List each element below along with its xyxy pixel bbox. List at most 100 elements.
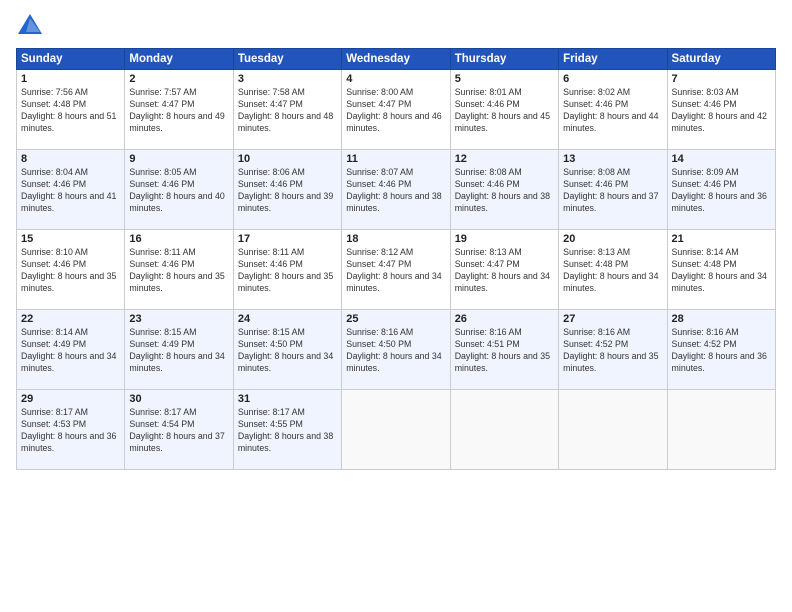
day-number: 9 [129, 153, 228, 165]
cell-content: Sunrise: 8:12 AMSunset: 4:47 PMDaylight:… [346, 247, 445, 295]
calendar-cell: 16 Sunrise: 8:11 AMSunset: 4:46 PMDaylig… [125, 230, 233, 310]
calendar-cell: 19 Sunrise: 8:13 AMSunset: 4:47 PMDaylig… [450, 230, 558, 310]
calendar-cell: 22 Sunrise: 8:14 AMSunset: 4:49 PMDaylig… [17, 310, 125, 390]
week-row-4: 22 Sunrise: 8:14 AMSunset: 4:49 PMDaylig… [17, 310, 776, 390]
calendar-cell: 28 Sunrise: 8:16 AMSunset: 4:52 PMDaylig… [667, 310, 775, 390]
weekday-header-row: SundayMondayTuesdayWednesdayThursdayFrid… [17, 49, 776, 70]
calendar-cell: 8 Sunrise: 8:04 AMSunset: 4:46 PMDayligh… [17, 150, 125, 230]
cell-content: Sunrise: 8:03 AMSunset: 4:46 PMDaylight:… [672, 87, 771, 135]
calendar-cell: 3 Sunrise: 7:58 AMSunset: 4:47 PMDayligh… [233, 70, 341, 150]
weekday-header-saturday: Saturday [667, 49, 775, 70]
cell-content: Sunrise: 8:15 AMSunset: 4:49 PMDaylight:… [129, 327, 228, 375]
calendar-cell: 23 Sunrise: 8:15 AMSunset: 4:49 PMDaylig… [125, 310, 233, 390]
calendar-cell [559, 390, 667, 470]
week-row-5: 29 Sunrise: 8:17 AMSunset: 4:53 PMDaylig… [17, 390, 776, 470]
day-number: 30 [129, 393, 228, 405]
calendar-cell: 4 Sunrise: 8:00 AMSunset: 4:47 PMDayligh… [342, 70, 450, 150]
cell-content: Sunrise: 8:10 AMSunset: 4:46 PMDaylight:… [21, 247, 120, 295]
cell-content: Sunrise: 8:00 AMSunset: 4:47 PMDaylight:… [346, 87, 445, 135]
logo [16, 12, 48, 40]
day-number: 26 [455, 313, 554, 325]
calendar-cell: 17 Sunrise: 8:11 AMSunset: 4:46 PMDaylig… [233, 230, 341, 310]
day-number: 7 [672, 73, 771, 85]
day-number: 6 [563, 73, 662, 85]
week-row-1: 1 Sunrise: 7:56 AMSunset: 4:48 PMDayligh… [17, 70, 776, 150]
day-number: 16 [129, 233, 228, 245]
calendar-cell: 12 Sunrise: 8:08 AMSunset: 4:46 PMDaylig… [450, 150, 558, 230]
calendar-cell [342, 390, 450, 470]
calendar-cell: 9 Sunrise: 8:05 AMSunset: 4:46 PMDayligh… [125, 150, 233, 230]
calendar-cell: 25 Sunrise: 8:16 AMSunset: 4:50 PMDaylig… [342, 310, 450, 390]
day-number: 15 [21, 233, 120, 245]
cell-content: Sunrise: 8:16 AMSunset: 4:51 PMDaylight:… [455, 327, 554, 375]
day-number: 24 [238, 313, 337, 325]
weekday-header-monday: Monday [125, 49, 233, 70]
cell-content: Sunrise: 7:58 AMSunset: 4:47 PMDaylight:… [238, 87, 337, 135]
cell-content: Sunrise: 8:16 AMSunset: 4:50 PMDaylight:… [346, 327, 445, 375]
cell-content: Sunrise: 8:17 AMSunset: 4:53 PMDaylight:… [21, 407, 120, 455]
cell-content: Sunrise: 8:04 AMSunset: 4:46 PMDaylight:… [21, 167, 120, 215]
cell-content: Sunrise: 8:05 AMSunset: 4:46 PMDaylight:… [129, 167, 228, 215]
day-number: 3 [238, 73, 337, 85]
cell-content: Sunrise: 8:11 AMSunset: 4:46 PMDaylight:… [129, 247, 228, 295]
calendar-cell: 7 Sunrise: 8:03 AMSunset: 4:46 PMDayligh… [667, 70, 775, 150]
calendar-cell: 1 Sunrise: 7:56 AMSunset: 4:48 PMDayligh… [17, 70, 125, 150]
calendar-cell: 20 Sunrise: 8:13 AMSunset: 4:48 PMDaylig… [559, 230, 667, 310]
day-number: 5 [455, 73, 554, 85]
calendar-cell: 5 Sunrise: 8:01 AMSunset: 4:46 PMDayligh… [450, 70, 558, 150]
calendar-cell [667, 390, 775, 470]
cell-content: Sunrise: 8:08 AMSunset: 4:46 PMDaylight:… [563, 167, 662, 215]
calendar-cell: 14 Sunrise: 8:09 AMSunset: 4:46 PMDaylig… [667, 150, 775, 230]
cell-content: Sunrise: 8:17 AMSunset: 4:54 PMDaylight:… [129, 407, 228, 455]
day-number: 25 [346, 313, 445, 325]
page: SundayMondayTuesdayWednesdayThursdayFrid… [0, 0, 792, 612]
day-number: 10 [238, 153, 337, 165]
calendar-cell: 31 Sunrise: 8:17 AMSunset: 4:55 PMDaylig… [233, 390, 341, 470]
calendar-cell: 10 Sunrise: 8:06 AMSunset: 4:46 PMDaylig… [233, 150, 341, 230]
day-number: 27 [563, 313, 662, 325]
cell-content: Sunrise: 8:13 AMSunset: 4:47 PMDaylight:… [455, 247, 554, 295]
calendar-cell: 18 Sunrise: 8:12 AMSunset: 4:47 PMDaylig… [342, 230, 450, 310]
logo-icon [16, 12, 44, 40]
cell-content: Sunrise: 8:14 AMSunset: 4:49 PMDaylight:… [21, 327, 120, 375]
weekday-header-friday: Friday [559, 49, 667, 70]
day-number: 1 [21, 73, 120, 85]
week-row-2: 8 Sunrise: 8:04 AMSunset: 4:46 PMDayligh… [17, 150, 776, 230]
cell-content: Sunrise: 8:08 AMSunset: 4:46 PMDaylight:… [455, 167, 554, 215]
week-row-3: 15 Sunrise: 8:10 AMSunset: 4:46 PMDaylig… [17, 230, 776, 310]
calendar-cell: 15 Sunrise: 8:10 AMSunset: 4:46 PMDaylig… [17, 230, 125, 310]
cell-content: Sunrise: 8:14 AMSunset: 4:48 PMDaylight:… [672, 247, 771, 295]
day-number: 29 [21, 393, 120, 405]
weekday-header-wednesday: Wednesday [342, 49, 450, 70]
day-number: 8 [21, 153, 120, 165]
day-number: 19 [455, 233, 554, 245]
day-number: 17 [238, 233, 337, 245]
cell-content: Sunrise: 8:01 AMSunset: 4:46 PMDaylight:… [455, 87, 554, 135]
day-number: 14 [672, 153, 771, 165]
calendar-cell: 11 Sunrise: 8:07 AMSunset: 4:46 PMDaylig… [342, 150, 450, 230]
day-number: 2 [129, 73, 228, 85]
cell-content: Sunrise: 8:13 AMSunset: 4:48 PMDaylight:… [563, 247, 662, 295]
calendar-cell: 24 Sunrise: 8:15 AMSunset: 4:50 PMDaylig… [233, 310, 341, 390]
cell-content: Sunrise: 8:16 AMSunset: 4:52 PMDaylight:… [563, 327, 662, 375]
day-number: 18 [346, 233, 445, 245]
cell-content: Sunrise: 8:11 AMSunset: 4:46 PMDaylight:… [238, 247, 337, 295]
calendar-cell [450, 390, 558, 470]
cell-content: Sunrise: 8:09 AMSunset: 4:46 PMDaylight:… [672, 167, 771, 215]
day-number: 23 [129, 313, 228, 325]
calendar-cell: 27 Sunrise: 8:16 AMSunset: 4:52 PMDaylig… [559, 310, 667, 390]
calendar-cell: 30 Sunrise: 8:17 AMSunset: 4:54 PMDaylig… [125, 390, 233, 470]
cell-content: Sunrise: 8:16 AMSunset: 4:52 PMDaylight:… [672, 327, 771, 375]
day-number: 13 [563, 153, 662, 165]
day-number: 20 [563, 233, 662, 245]
day-number: 12 [455, 153, 554, 165]
cell-content: Sunrise: 8:15 AMSunset: 4:50 PMDaylight:… [238, 327, 337, 375]
header [16, 12, 776, 40]
cell-content: Sunrise: 8:17 AMSunset: 4:55 PMDaylight:… [238, 407, 337, 455]
cell-content: Sunrise: 7:57 AMSunset: 4:47 PMDaylight:… [129, 87, 228, 135]
calendar-cell: 2 Sunrise: 7:57 AMSunset: 4:47 PMDayligh… [125, 70, 233, 150]
day-number: 21 [672, 233, 771, 245]
calendar-cell: 29 Sunrise: 8:17 AMSunset: 4:53 PMDaylig… [17, 390, 125, 470]
weekday-header-sunday: Sunday [17, 49, 125, 70]
day-number: 4 [346, 73, 445, 85]
